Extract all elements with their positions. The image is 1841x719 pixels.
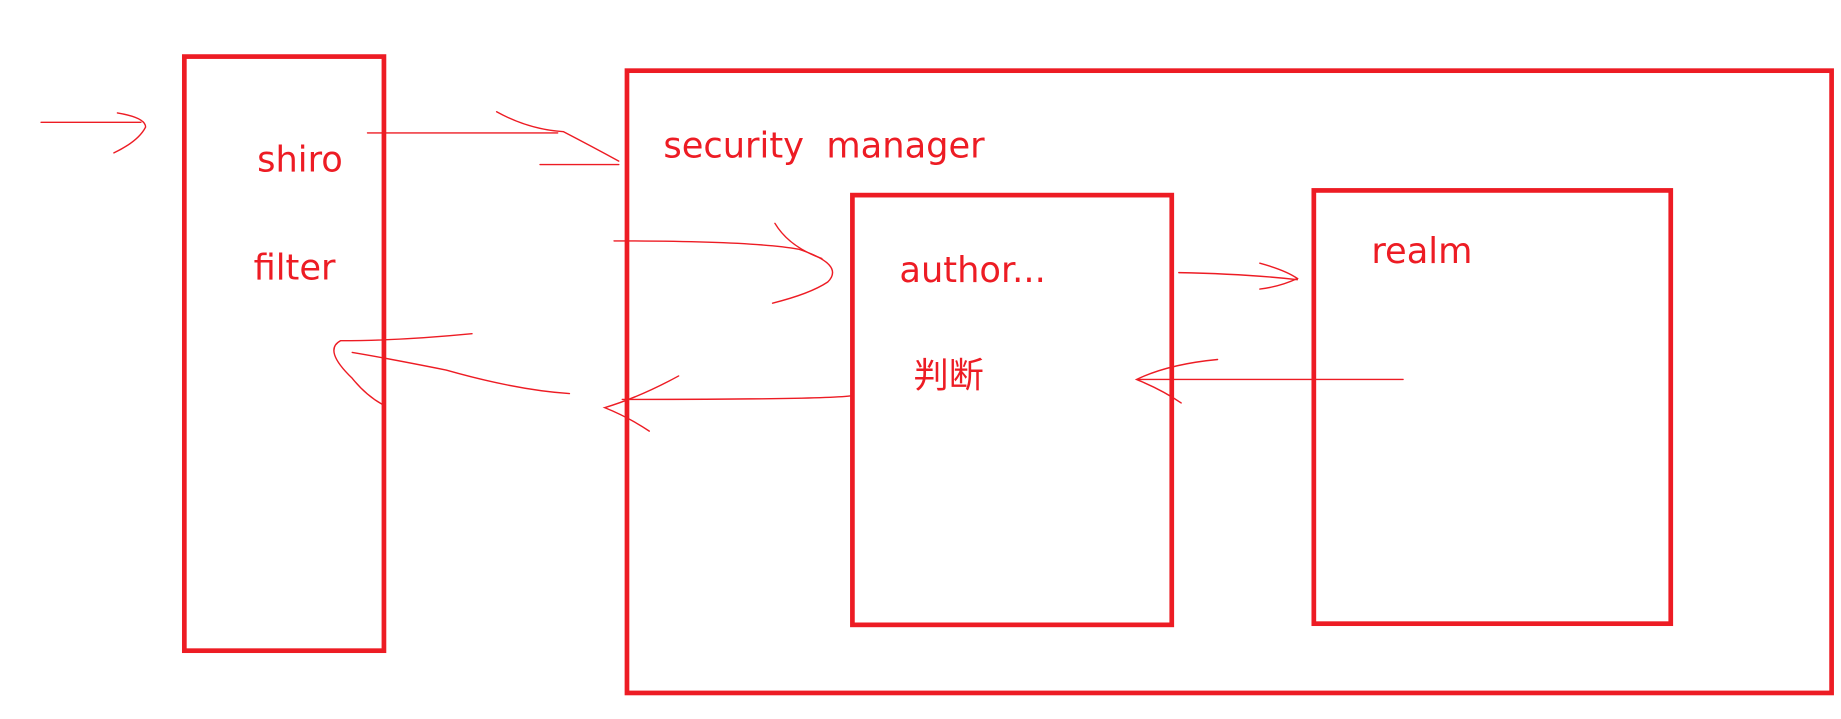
- shiro-filter-label-line1: shiro: [257, 140, 343, 181]
- arrow-filter-to-manager: [366, 111, 620, 166]
- arrow-authorizer-to-realm: [1178, 262, 1299, 290]
- shiro-filter-label-line2: filter: [254, 248, 336, 289]
- realm-box: [1311, 188, 1674, 627]
- authorizer-note: 判断: [913, 356, 983, 397]
- realm-label: realm: [1371, 231, 1472, 272]
- arrow-manager-to-authorizer: [613, 222, 834, 304]
- arrow-authorizer-to-manager: [602, 375, 851, 432]
- diagram-canvas: shiro filter security manager author... …: [40, 54, 1834, 696]
- arrow-realm-to-authorizer: [1134, 358, 1404, 404]
- authorizer-label: author...: [899, 250, 1045, 291]
- security-manager-label: security manager: [663, 126, 985, 167]
- arrow-request-in: [40, 112, 147, 154]
- arrow-manager-to-filter: [333, 332, 571, 406]
